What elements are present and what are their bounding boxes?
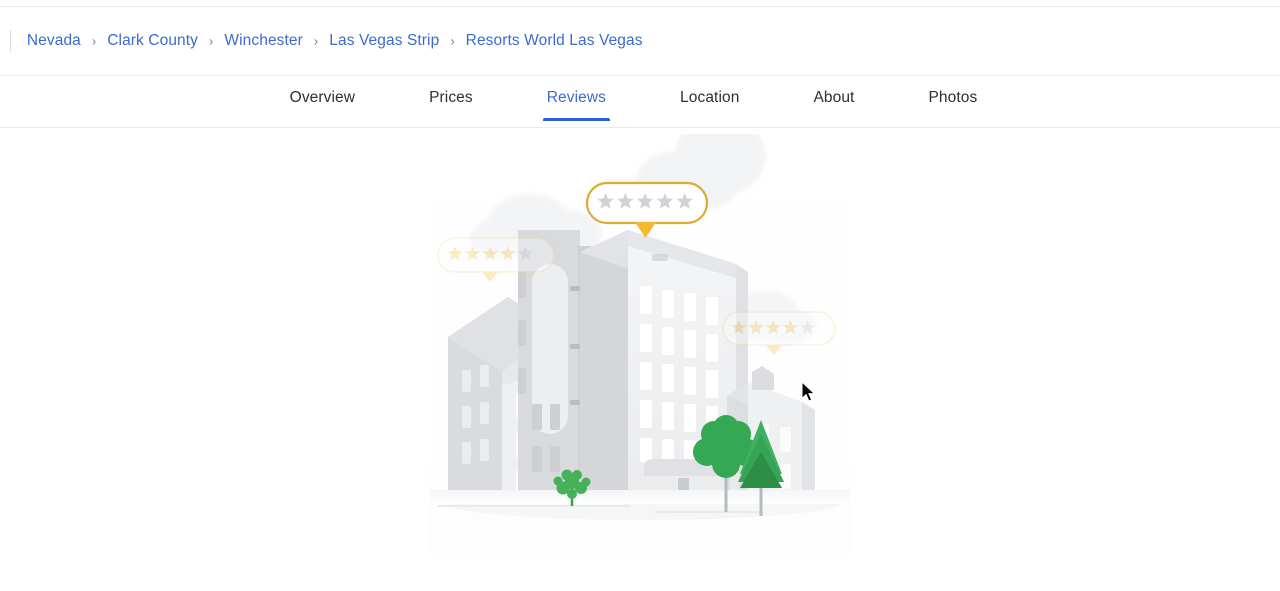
tab-list: Overview Prices Reviews Location About P…	[266, 77, 1015, 121]
chevron-right-icon: ›	[91, 33, 97, 48]
city-buildings-illustration	[430, 134, 850, 554]
reviews-empty-state	[0, 128, 1280, 591]
tab-bar: Overview Prices Reviews Location About P…	[0, 77, 1280, 128]
page-root: s Nevada › Clark County › Winchester › L…	[0, 0, 1280, 591]
tab-location[interactable]: Location	[680, 77, 739, 121]
breadcrumb-item-winchester[interactable]: Winchester	[224, 33, 303, 49]
breadcrumb-divider	[9, 30, 11, 52]
breadcrumb-bar: s Nevada › Clark County › Winchester › L…	[0, 7, 1280, 76]
chevron-right-icon: ›	[313, 33, 319, 48]
breadcrumb-item-clark-county[interactable]: Clark County	[107, 33, 198, 49]
tab-overview[interactable]: Overview	[290, 77, 355, 121]
tab-prices[interactable]: Prices	[429, 77, 473, 121]
tab-photos[interactable]: Photos	[928, 77, 977, 121]
breadcrumb-item-resorts-world-las-vegas[interactable]: Resorts World Las Vegas	[466, 33, 643, 49]
breadcrumb: s Nevada › Clark County › Winchester › L…	[0, 30, 643, 52]
breadcrumb-item-las-vegas-strip[interactable]: Las Vegas Strip	[329, 33, 439, 49]
chevron-right-icon: ›	[450, 33, 455, 48]
tab-reviews[interactable]: Reviews	[542, 77, 611, 121]
tab-about[interactable]: About	[813, 77, 854, 121]
chevron-right-icon: ›	[209, 33, 214, 48]
empty-state-illustration	[430, 134, 850, 554]
breadcrumb-item-nevada[interactable]: Nevada	[27, 33, 81, 49]
